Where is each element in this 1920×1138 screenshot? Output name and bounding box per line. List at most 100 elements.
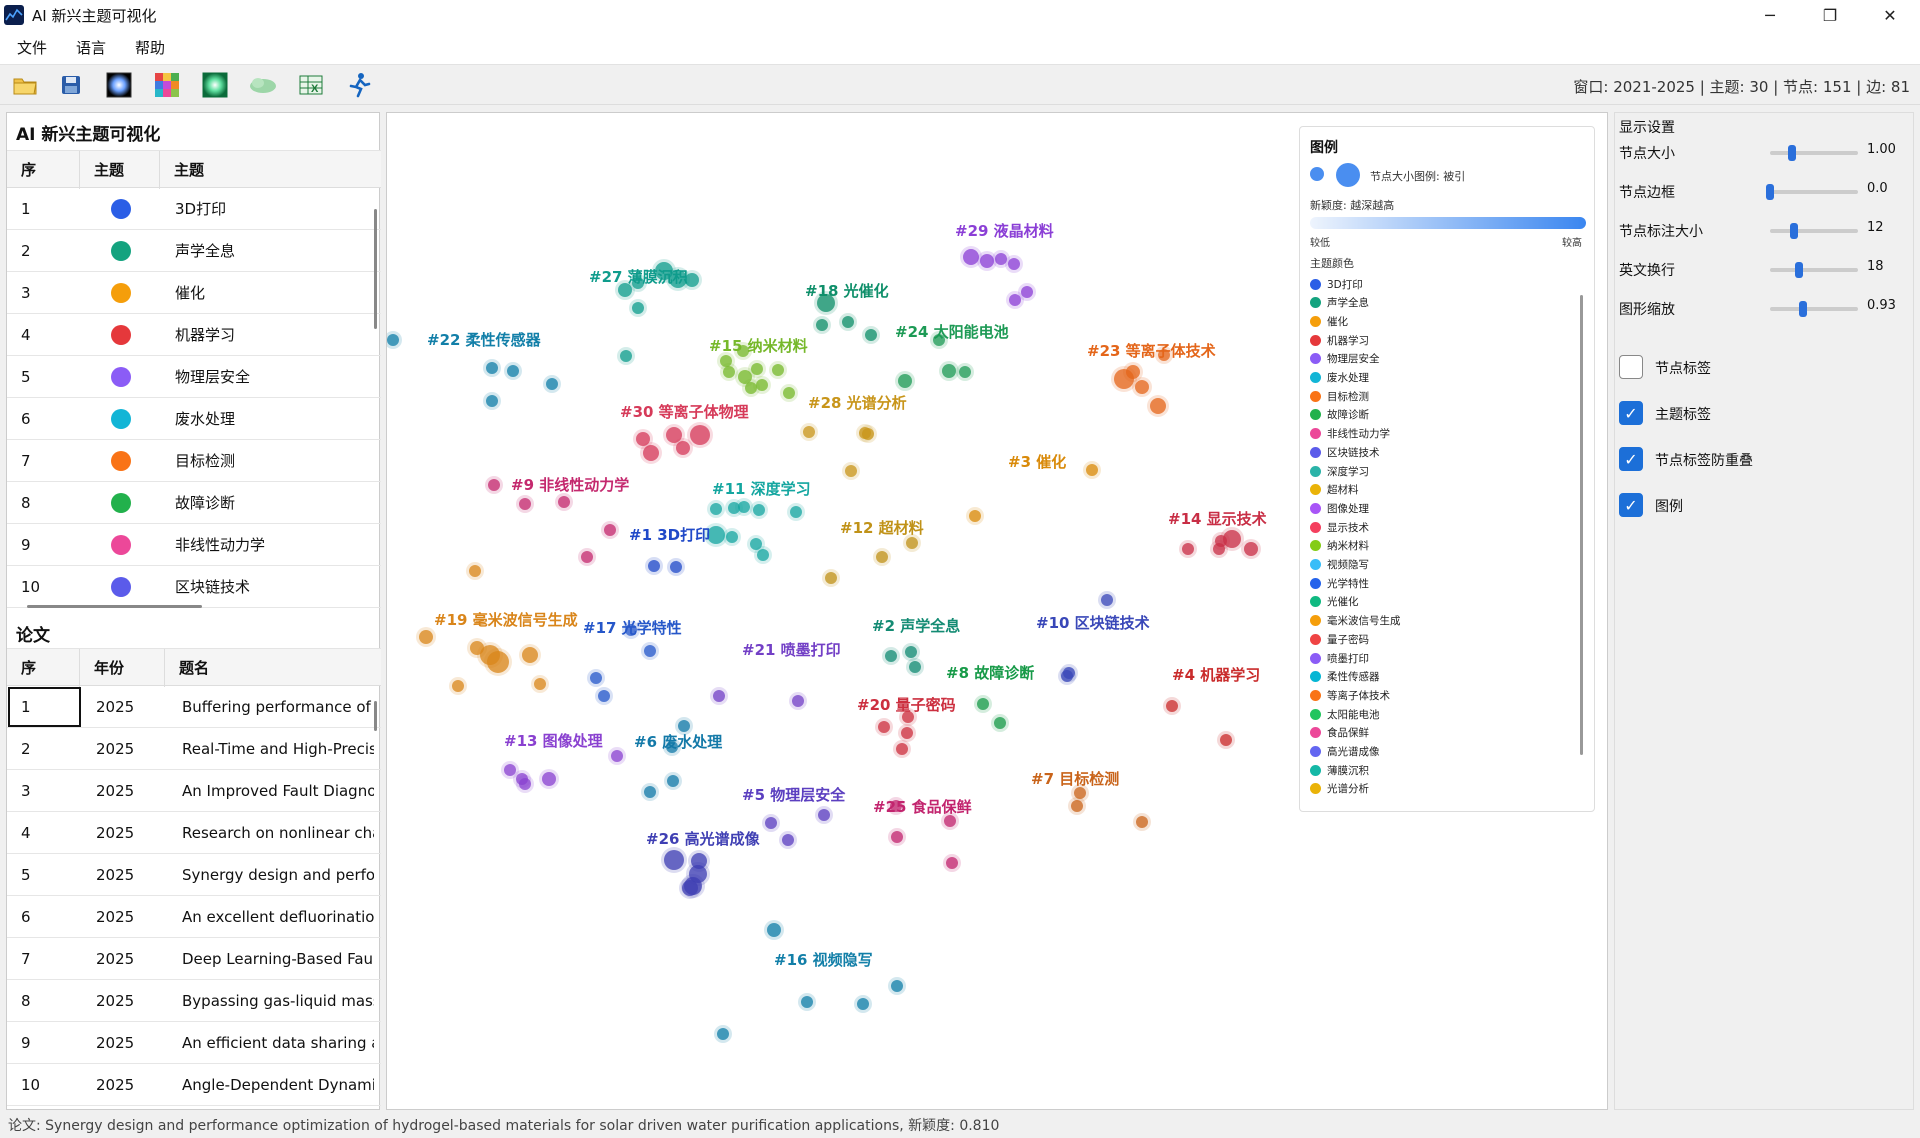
paper-node[interactable] xyxy=(717,1028,729,1040)
paper-node[interactable] xyxy=(534,678,546,690)
topic-row[interactable]: 9 非线性动力学 xyxy=(7,524,381,566)
paper-node[interactable] xyxy=(1008,258,1020,270)
slider-track[interactable] xyxy=(1770,307,1858,311)
paper-node[interactable] xyxy=(522,647,538,663)
paper-node[interactable] xyxy=(891,831,903,843)
menu-language[interactable]: 语言 xyxy=(64,37,118,58)
paper-node[interactable] xyxy=(783,387,795,399)
header-title[interactable]: 题名 xyxy=(165,649,381,687)
glow-icon[interactable] xyxy=(104,70,134,100)
paper-node[interactable] xyxy=(581,551,593,563)
paper-node[interactable] xyxy=(1086,464,1098,476)
paper-node[interactable] xyxy=(1061,670,1073,682)
topic-row[interactable]: 1 3D打印 xyxy=(7,188,381,230)
paper-row[interactable]: 4 2025 Research on nonlinear chara xyxy=(7,812,381,854)
paper-node[interactable] xyxy=(738,501,750,513)
paper-node[interactable] xyxy=(487,651,509,673)
paper-node[interactable] xyxy=(710,503,722,515)
paper-node[interactable] xyxy=(488,479,500,491)
paper-node[interactable] xyxy=(909,661,921,673)
paper-node[interactable] xyxy=(878,721,890,733)
paper-node[interactable] xyxy=(1126,365,1140,379)
topic-label[interactable]: #22 柔性传感器 xyxy=(427,331,542,349)
green-glow-icon[interactable] xyxy=(200,70,230,100)
paper-node[interactable] xyxy=(620,350,632,362)
paper-node[interactable] xyxy=(790,506,802,518)
paper-row[interactable]: 2 2025 Real-Time and High-Precision xyxy=(7,728,381,770)
paper-node[interactable] xyxy=(865,329,877,341)
topic-label[interactable]: #24 太阳能电池 xyxy=(895,323,1009,341)
topic-label[interactable]: #19 毫米波信号生成 xyxy=(434,611,578,629)
paper-node[interactable] xyxy=(1136,816,1148,828)
topic-label[interactable]: #28 光谱分析 xyxy=(808,394,907,412)
topic-label[interactable]: #1 3D打印 xyxy=(629,526,710,544)
paper-node[interactable] xyxy=(604,524,616,536)
paper-node[interactable] xyxy=(980,254,994,268)
checkbox[interactable]: ✓ xyxy=(1619,493,1643,517)
paper-node[interactable] xyxy=(648,560,660,572)
topic-label[interactable]: #15 纳米材料 xyxy=(709,337,808,355)
cloud-shape-icon[interactable] xyxy=(248,70,278,100)
topic-label[interactable]: #4 机器学习 xyxy=(1172,666,1260,684)
slider-thumb[interactable] xyxy=(1766,184,1774,200)
paper-node[interactable] xyxy=(470,641,484,655)
paper-node[interactable] xyxy=(469,565,481,577)
paper-node[interactable] xyxy=(825,572,837,584)
close-button[interactable]: ✕ xyxy=(1860,0,1920,30)
topic-row[interactable]: 10 区块链技术 xyxy=(7,566,381,608)
topic-label[interactable]: #13 图像处理 xyxy=(504,732,603,750)
minimize-button[interactable]: ─ xyxy=(1740,0,1800,30)
paper-node[interactable] xyxy=(644,786,656,798)
paper-node[interactable] xyxy=(818,809,830,821)
paper-node[interactable] xyxy=(643,445,659,461)
paper-node[interactable] xyxy=(632,302,644,314)
topic-label[interactable]: #16 视频隐写 xyxy=(774,951,873,969)
paper-node[interactable] xyxy=(1071,800,1083,812)
topic-label[interactable]: #11 深度学习 xyxy=(712,480,811,498)
paper-node[interactable] xyxy=(546,378,558,390)
paper-node[interactable] xyxy=(751,363,763,375)
topic-label[interactable]: #5 物理层安全 xyxy=(742,786,846,804)
paper-node[interactable] xyxy=(767,923,781,937)
paper-node[interactable] xyxy=(782,834,794,846)
paper-node[interactable] xyxy=(1150,398,1166,414)
slider-thumb[interactable] xyxy=(1789,223,1798,239)
topic-row[interactable]: 2 声学全息 xyxy=(7,230,381,272)
paper-node[interactable] xyxy=(598,690,610,702)
paper-node[interactable] xyxy=(944,815,956,827)
topic-label[interactable]: #8 故障诊断 xyxy=(946,664,1034,682)
paper-node[interactable] xyxy=(905,646,917,658)
paper-node[interactable] xyxy=(885,650,897,662)
paper-node[interactable] xyxy=(678,720,690,732)
topic-label[interactable]: #3 催化 xyxy=(1008,453,1066,471)
paper-node[interactable] xyxy=(664,850,684,870)
topic-row[interactable]: 3 催化 xyxy=(7,272,381,314)
topic-label[interactable]: #29 液晶材料 xyxy=(955,222,1054,240)
slider-thumb[interactable] xyxy=(1788,145,1796,161)
topic-label[interactable]: #14 显示技术 xyxy=(1168,510,1267,528)
paper-node[interactable] xyxy=(845,465,857,477)
checkbox[interactable] xyxy=(1619,355,1643,379)
folder-open-icon[interactable] xyxy=(10,70,40,100)
paper-node[interactable] xyxy=(558,496,570,508)
header-paper-index[interactable]: 序 xyxy=(7,649,80,687)
paper-node[interactable] xyxy=(542,772,556,786)
topic-label[interactable]: #9 非线性动力学 xyxy=(511,476,629,494)
paper-node[interactable] xyxy=(726,531,738,543)
paper-node[interactable] xyxy=(857,998,869,1010)
paper-node[interactable] xyxy=(676,441,690,455)
slider-track[interactable] xyxy=(1770,229,1858,233)
slider-track[interactable] xyxy=(1770,190,1858,194)
topic-label[interactable]: #20 量子密码 xyxy=(857,696,956,714)
topic-label[interactable]: #25 食品保鲜 xyxy=(873,798,972,816)
menu-help[interactable]: 帮助 xyxy=(123,37,177,58)
paper-node[interactable] xyxy=(644,645,656,657)
paper-node[interactable] xyxy=(486,362,498,374)
paper-node[interactable] xyxy=(994,717,1006,729)
color-grid-icon[interactable] xyxy=(152,70,182,100)
paper-node[interactable] xyxy=(898,374,912,388)
paper-node[interactable] xyxy=(757,549,769,561)
topic-label[interactable]: #17 光学特性 xyxy=(583,619,682,637)
paper-node[interactable] xyxy=(504,764,516,776)
paper-node[interactable] xyxy=(745,382,757,394)
